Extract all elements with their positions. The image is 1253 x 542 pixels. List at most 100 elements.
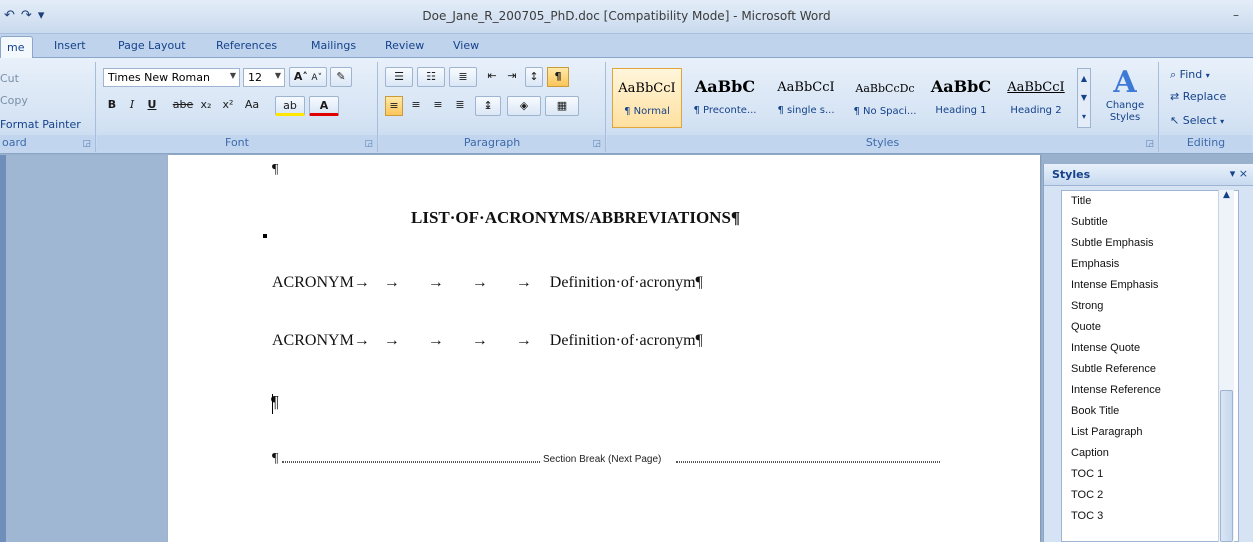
font-color-button[interactable]: A — [309, 96, 339, 116]
style-name: Heading 1 — [935, 105, 987, 116]
styles-list-scrollbar[interactable]: ▲ — [1218, 190, 1234, 542]
style-item-name: Subtle Reference — [1071, 363, 1156, 375]
tab-home[interactable]: me — [0, 36, 34, 59]
shading-icon[interactable]: ◈ — [507, 96, 541, 116]
justify-icon[interactable]: ≣ — [451, 96, 469, 116]
find-button[interactable]: ⌕ Find ▾ — [1170, 68, 1210, 82]
clipboard-launcher-icon[interactable]: ◲ — [82, 139, 91, 149]
document-heading[interactable]: LIST·OF·ACRONYMS/ABBREVIATIONS¶ — [411, 208, 740, 228]
align-right-icon[interactable]: ≡ — [429, 96, 447, 116]
highlight-color-button[interactable]: ab — [275, 96, 305, 116]
numbering-icon[interactable]: ☷ — [417, 67, 445, 87]
style-list-item[interactable]: Caption¶ — [1062, 443, 1238, 464]
style-list-item[interactable]: Subtitle¶a — [1062, 212, 1238, 233]
find-label: Find — [1179, 68, 1203, 81]
cut-button[interactable]: Cut — [0, 72, 19, 85]
style-list-item[interactable]: Stronga — [1062, 296, 1238, 317]
shrink-font-icon[interactable]: A˅ — [311, 73, 322, 83]
style-item-name: TOC 2 — [1071, 489, 1104, 501]
align-left-icon[interactable]: ≡ — [385, 96, 403, 116]
style-list-item[interactable]: Intense Emphasisa — [1062, 275, 1238, 296]
tab-mailings[interactable]: Mailings — [311, 39, 356, 52]
editing-group: ⌕ Find ▾ ⇄ Replace ↖ Select ▾ Editing — [1160, 62, 1252, 152]
borders-icon[interactable]: ▦ — [545, 96, 579, 116]
style-tile-normal[interactable]: AaBbCcI ¶ Normal — [612, 68, 682, 128]
superscript-button[interactable]: x² — [219, 96, 237, 116]
vertical-ruler-strip — [0, 155, 6, 542]
section-paragraph-mark: ¶ — [272, 451, 279, 466]
clipboard-group-label: oard — [0, 135, 95, 150]
show-marks-button[interactable]: ¶ — [547, 67, 569, 87]
minimize-button[interactable]: – — [1233, 8, 1239, 22]
style-name: ¶ single s... — [777, 105, 835, 116]
style-item-name: Title — [1071, 195, 1092, 207]
scroll-up-icon[interactable]: ▲ — [1219, 190, 1234, 204]
style-list-item[interactable]: Emphasisa — [1062, 254, 1238, 275]
change-styles-button[interactable]: A Change Styles — [1097, 66, 1153, 124]
grow-font-icon[interactable]: A˄ — [294, 70, 308, 83]
paragraph-mark-top: ¶ — [272, 162, 279, 177]
paragraph-launcher-icon[interactable]: ◲ — [592, 139, 601, 149]
strikethrough-button[interactable]: abe — [171, 96, 195, 116]
styles-launcher-icon[interactable]: ◲ — [1145, 139, 1154, 149]
scroll-thumb[interactable] — [1220, 390, 1233, 542]
bold-button[interactable]: B — [103, 96, 121, 116]
acronym-row[interactable]: ACRONYM→ → → → → Definition·of·acronym¶ — [272, 274, 703, 292]
clear-formatting-icon[interactable]: ✎ — [330, 67, 352, 87]
style-list-item[interactable]: Intense Quote¶a — [1062, 338, 1238, 359]
style-list-item[interactable]: List Paragraph¶ — [1062, 422, 1238, 443]
style-list-item[interactable]: Title¶a — [1062, 191, 1238, 212]
window-title: Doe_Jane_R_200705_PhD.doc [Compatibility… — [422, 9, 831, 23]
section-break[interactable]: ¶ Section Break (Next Page) — [272, 451, 940, 468]
styles-gallery-scroll[interactable]: ▲ ▼ ▾ — [1077, 68, 1091, 128]
sort-icon[interactable]: ↕ — [525, 67, 543, 87]
pane-options-close-icon[interactable]: ▾ × — [1230, 167, 1248, 180]
decrease-indent-icon[interactable]: ⇤ — [483, 67, 501, 87]
bullets-icon[interactable]: ☰ — [385, 67, 413, 87]
underline-button[interactable]: U — [143, 96, 161, 116]
style-list-item[interactable]: Intense Referencea — [1062, 380, 1238, 401]
acronym-row[interactable]: ACRONYM→ → → → → Definition·of·acronym¶ — [272, 332, 703, 350]
italic-button[interactable]: I — [123, 96, 141, 116]
subscript-button[interactable]: x₂ — [197, 96, 215, 116]
format-painter-button[interactable]: Format Painter — [0, 118, 81, 131]
font-launcher-icon[interactable]: ◲ — [364, 139, 373, 149]
style-tile-no-spacing[interactable]: AaBbCcDc ¶ No Spaci... — [847, 68, 923, 128]
style-tile-preconte[interactable]: AaBbC ¶ Preconte... — [685, 68, 765, 128]
text-cursor — [272, 394, 273, 414]
style-item-name: Intense Quote — [1071, 342, 1141, 354]
font-size-select[interactable]: 12 ▼ — [243, 68, 285, 87]
font-size-value: 12 — [248, 71, 262, 84]
replace-button[interactable]: ⇄ Replace — [1170, 90, 1226, 103]
style-list-item[interactable]: Quote¶a — [1062, 317, 1238, 338]
tab-page-layout[interactable]: Page Layout — [118, 39, 186, 52]
tab-review[interactable]: Review — [385, 39, 424, 52]
tab-insert[interactable]: Insert — [54, 39, 86, 52]
tab-references[interactable]: References — [216, 39, 277, 52]
section-break-label: Section Break (Next Page) — [542, 454, 663, 465]
copy-button[interactable]: Copy — [0, 94, 28, 107]
select-button[interactable]: ↖ Select ▾ — [1170, 114, 1224, 127]
style-list-item[interactable]: TOC 3¶ — [1062, 506, 1238, 527]
style-list-item[interactable]: Subtle Referencea — [1062, 359, 1238, 380]
font-family-select[interactable]: Times New Roman ▼ — [103, 68, 240, 87]
align-center-icon[interactable]: ≡ — [407, 96, 425, 116]
change-case-button[interactable]: Aa — [243, 96, 261, 116]
styles-pane-title: Styles — [1052, 168, 1091, 181]
multilevel-list-icon[interactable]: ≣ — [449, 67, 477, 87]
style-tile-single-s[interactable]: AaBbCcI ¶ single s... — [769, 68, 843, 128]
style-name: ¶ No Spaci... — [853, 106, 917, 117]
chevron-down-icon: ▾ — [1205, 71, 1210, 80]
style-tile-heading-2[interactable]: AaBbCcI Heading 2 — [1000, 68, 1072, 128]
tab-view[interactable]: View — [453, 39, 479, 52]
line-spacing-icon[interactable]: ↨ — [475, 96, 501, 116]
style-list-item[interactable]: TOC 2¶ — [1062, 485, 1238, 506]
select-label: Select — [1182, 114, 1217, 127]
style-tile-heading-1[interactable]: AaBbC Heading 1 — [925, 68, 997, 128]
style-list-item[interactable]: Subtle Emphasisa — [1062, 233, 1238, 254]
style-list-item[interactable]: Book Titlea — [1062, 401, 1238, 422]
increase-indent-icon[interactable]: ⇥ — [503, 67, 521, 87]
grow-shrink-font-button[interactable]: A˄ A˅ — [289, 67, 327, 87]
style-list-item[interactable]: TOC 1¶ — [1062, 464, 1238, 485]
style-name: ¶ Normal — [624, 106, 670, 117]
